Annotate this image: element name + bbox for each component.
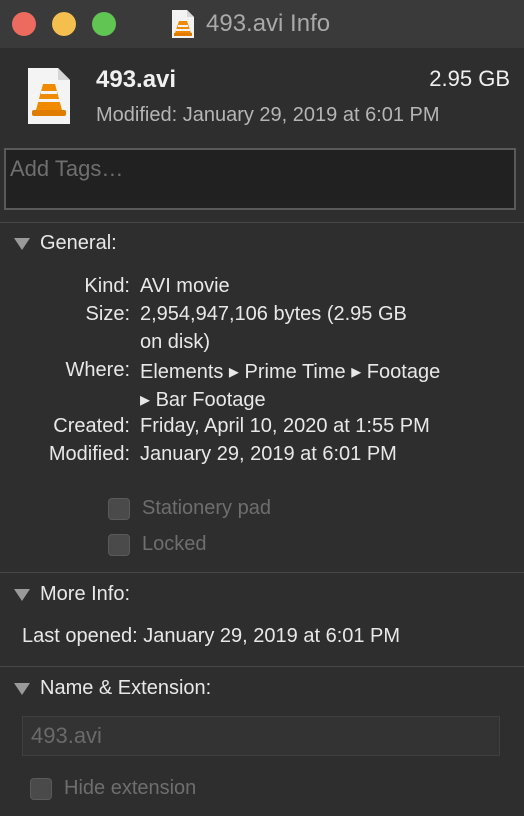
file-modified-summary: Modified: January 29, 2019 at 6:01 PM [96,104,440,126]
divider [0,572,524,573]
divider [0,222,524,223]
tags-field[interactable]: Add Tags… [4,148,516,210]
where-label: Where: [65,359,130,381]
disclosure-triangle-icon[interactable] [14,588,30,601]
hide-extension-label: Hide extension [64,777,197,799]
name-extension-section-header[interactable]: Name & Extension: [14,677,211,700]
last-opened-row: Last opened: January 29, 2019 at 6:01 PM [22,625,400,648]
where-value-line2: ▸ Bar Footage [140,389,266,411]
size-label: Size: [85,303,130,325]
more-info-heading: More Info: [40,583,131,605]
minimize-button[interactable] [52,12,76,36]
more-info-section-header[interactable]: More Info: [14,583,130,606]
zoom-button[interactable] [92,12,116,36]
window-title: 493.avi Info [170,8,330,40]
kind-label: Kind: [84,275,130,297]
size-value: 2,954,947,106 bytes (2.95 GB [140,303,407,325]
disclosure-triangle-icon[interactable] [14,682,30,695]
vlc-document-icon [28,68,70,124]
general-heading: General: [40,232,117,254]
checkbox[interactable] [108,533,130,556]
name-extension-heading: Name & Extension: [40,677,212,699]
divider [0,666,524,667]
file-name-field[interactable] [22,716,500,756]
last-opened-value: January 29, 2019 at 6:01 PM [143,625,401,647]
file-name: 493.avi [96,66,177,93]
file-size: 2.95 GB [429,66,510,91]
vlc-icon [172,10,194,38]
checkbox[interactable] [30,777,52,800]
created-label: Created: [53,415,130,437]
hide-extension-checkbox[interactable]: Hide extension [30,777,196,800]
tags-placeholder: Add Tags… [10,156,124,181]
close-button[interactable] [12,12,36,36]
disclosure-triangle-icon[interactable] [14,237,30,250]
created-value: Friday, April 10, 2020 at 1:55 PM [140,415,430,437]
last-opened-label: Last opened: [22,625,138,647]
size-value-line2: on disk) [140,331,211,353]
locked-checkbox[interactable]: Locked [108,533,207,556]
general-section-header[interactable]: General: [14,232,117,255]
stationery-pad-checkbox[interactable]: Stationery pad [108,497,271,520]
title-bar: 493.avi Info [0,0,524,49]
where-value: Elements ▸ Prime Time ▸ Footage [140,361,441,383]
window-title-text: 493.avi Info [206,10,331,37]
checkbox[interactable] [108,497,130,520]
file-name-input[interactable] [23,717,499,755]
modified-value: January 29, 2019 at 6:01 PM [140,443,397,465]
stationery-pad-label: Stationery pad [142,497,271,519]
kind-value: AVI movie [140,275,230,297]
modified-label: Modified: [48,443,130,465]
locked-label: Locked [142,533,207,555]
